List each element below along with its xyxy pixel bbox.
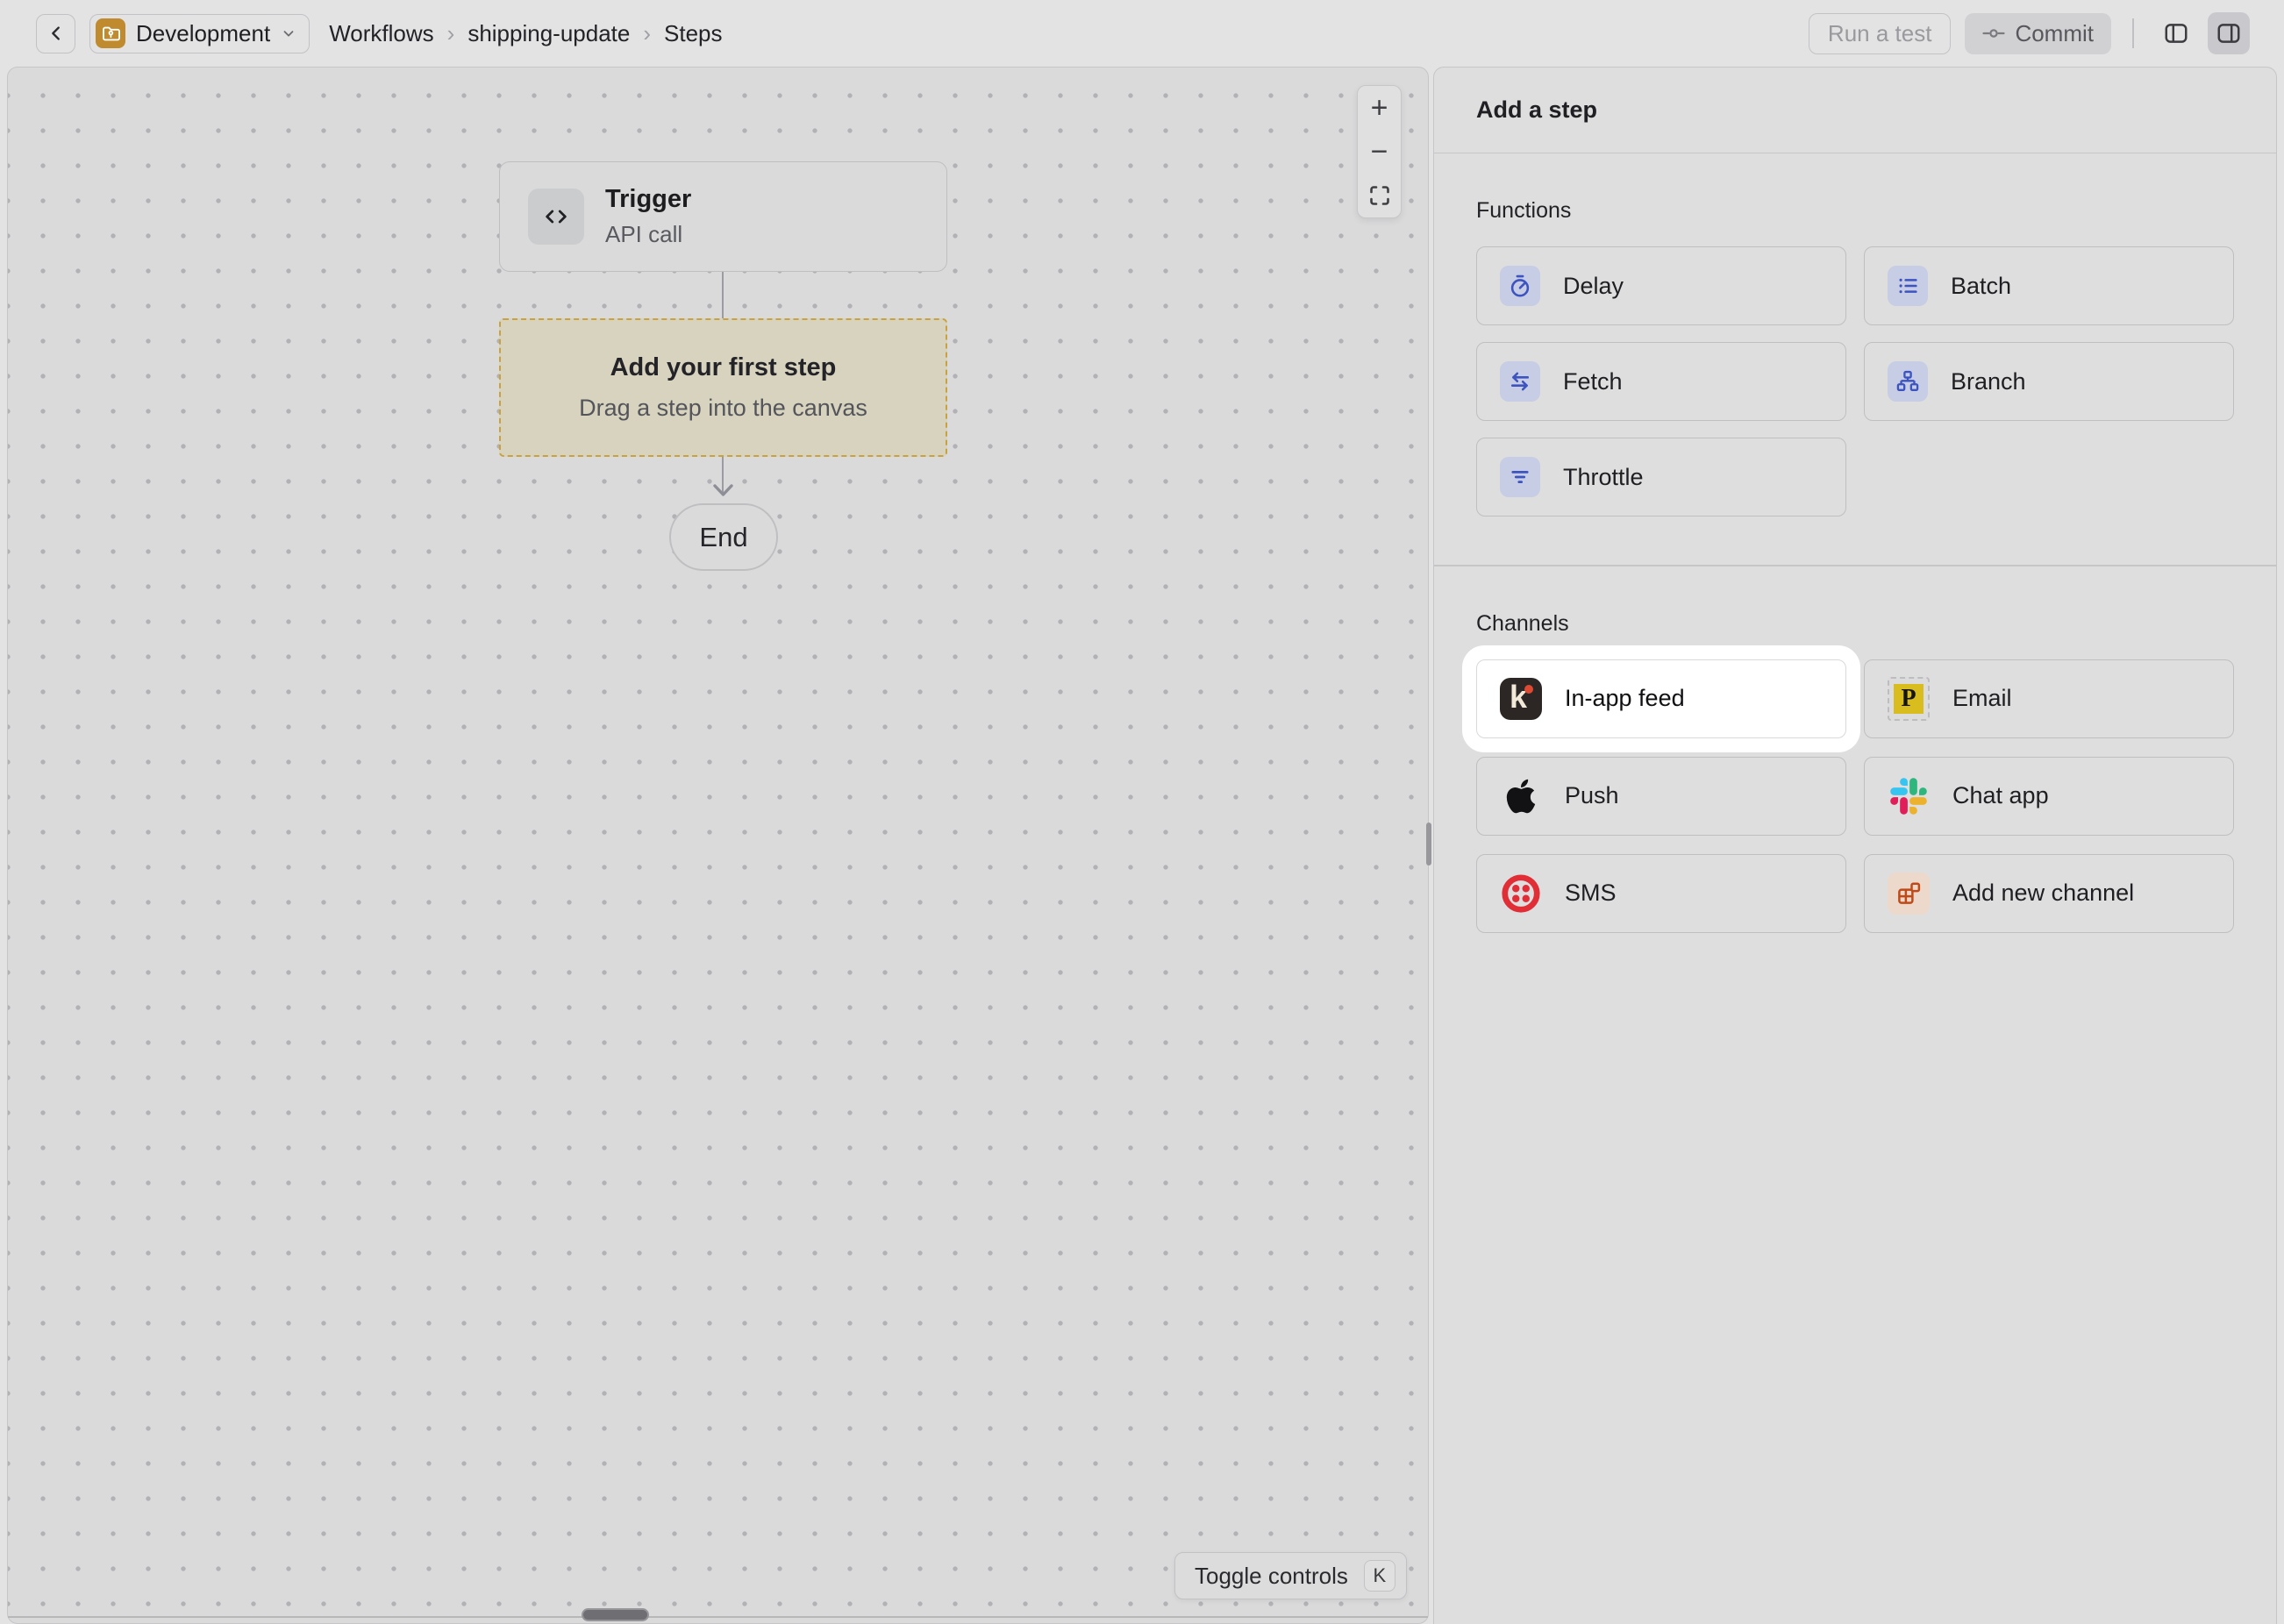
step-card-push[interactable]: Push (1476, 757, 1846, 836)
edge-arrowhead (712, 483, 734, 497)
commit-icon (1982, 25, 2005, 41)
hierarchy-icon (1888, 361, 1928, 402)
section-label-functions: Functions (1476, 197, 2234, 224)
list-icon (1888, 266, 1928, 306)
step-card-chat-app[interactable]: Chat app (1864, 757, 2234, 836)
toggle-controls-label: Toggle controls (1195, 1563, 1348, 1590)
step-card-add-new-channel[interactable]: Add new channel (1864, 854, 2234, 933)
top-bar: Development Workflows › shipping-update … (0, 0, 2284, 67)
step-card-email[interactable]: P Email (1864, 659, 2234, 738)
step-card-throttle[interactable]: Throttle (1476, 438, 1846, 516)
end-node: End (669, 503, 778, 571)
toolbar-divider (2132, 18, 2134, 48)
panel-right-icon (2216, 20, 2242, 46)
code-icon (528, 189, 584, 245)
step-card-label: Add new channel (1952, 880, 2134, 907)
step-card-delay[interactable]: Delay (1476, 246, 1846, 325)
back-button[interactable] (36, 14, 75, 53)
dropzone-title: Add your first step (610, 353, 837, 382)
twilio-logo (1500, 873, 1542, 915)
add-step-panel: Add a step Functions Delay (1433, 67, 2277, 1624)
filter-lines-icon (1500, 457, 1540, 497)
run-a-test-button[interactable]: Run a test (1809, 13, 1952, 54)
apple-logo (1500, 775, 1542, 817)
step-card-fetch[interactable]: Fetch (1476, 342, 1846, 421)
edge-trigger-to-dropzone (722, 272, 724, 318)
fit-view-button[interactable] (1358, 174, 1401, 217)
step-card-label: Email (1952, 685, 2012, 712)
breadcrumb-current-page: Steps (664, 20, 723, 47)
chevron-down-icon (281, 25, 296, 41)
section-label-channels: Channels (1476, 610, 2234, 637)
horizontal-scrollbar-track (8, 1616, 1428, 1618)
step-card-label: SMS (1565, 880, 1617, 907)
channels-grid: k In-app feed P Email (1476, 659, 2234, 933)
panel-title: Add a step (1476, 96, 1597, 124)
step-card-label: Batch (1951, 273, 2011, 300)
workflow-canvas[interactable]: + − (7, 67, 1429, 1624)
step-card-branch[interactable]: Branch (1864, 342, 2234, 421)
breadcrumb-workflows[interactable]: Workflows (329, 20, 433, 47)
trigger-node[interactable]: Trigger API call (499, 161, 947, 272)
keyboard-shortcut-badge: K (1364, 1560, 1395, 1592)
knock-logo-dot (1524, 685, 1533, 694)
dropzone-subtitle: Drag a step into the canvas (579, 395, 867, 422)
panel-left-icon (2163, 20, 2189, 46)
breadcrumb-separator: › (447, 20, 455, 47)
trigger-subtitle: API call (605, 221, 691, 248)
fit-view-icon (1368, 184, 1391, 207)
functions-grid: Delay Batch (1476, 246, 2234, 516)
step-card-batch[interactable]: Batch (1864, 246, 2234, 325)
breadcrumb-workflow-name[interactable]: shipping-update (468, 20, 630, 47)
step-card-label: Fetch (1563, 368, 1623, 395)
panel-header: Add a step (1434, 68, 2276, 153)
zoom-out-button[interactable]: − (1358, 130, 1401, 174)
step-card-label: Push (1565, 782, 1619, 809)
step-card-label: Delay (1563, 273, 1624, 300)
slack-logo (1888, 775, 1930, 817)
knock-logo: k (1500, 678, 1542, 720)
section-divider (1434, 565, 2276, 566)
breadcrumb: Workflows › shipping-update › Steps (329, 20, 722, 47)
add-channel-icon (1888, 873, 1930, 915)
commit-label: Commit (2015, 20, 2094, 47)
canvas-zoom-controls: + − (1357, 85, 1402, 218)
environment-switcher[interactable]: Development (89, 14, 310, 53)
folder-commit-icon (96, 18, 125, 48)
vertical-scrollbar-thumb[interactable] (1426, 823, 1431, 865)
step-card-in-app-feed[interactable]: k In-app feed (1476, 659, 1846, 738)
horizontal-scrollbar-thumb[interactable] (582, 1608, 649, 1621)
step-card-label: In-app feed (1565, 685, 1685, 712)
add-first-step-dropzone[interactable]: Add your first step Drag a step into the… (499, 318, 947, 457)
zoom-in-button[interactable]: + (1358, 86, 1401, 130)
chevron-left-icon (46, 24, 66, 43)
step-card-label: Chat app (1952, 782, 2049, 809)
environment-label: Development (136, 20, 270, 47)
stopwatch-icon (1500, 266, 1540, 306)
toggle-controls-button[interactable]: Toggle controls K (1174, 1552, 1407, 1599)
step-card-label: Branch (1951, 368, 2026, 395)
breadcrumb-separator: › (643, 20, 651, 47)
toggle-right-panel-button[interactable] (2208, 12, 2250, 54)
postmark-stamp-logo: P (1888, 678, 1930, 720)
commit-button[interactable]: Commit (1965, 13, 2111, 54)
step-card-sms[interactable]: SMS (1476, 854, 1846, 933)
step-card-label: Throttle (1563, 464, 1644, 491)
workflow-builder-app: Development Workflows › shipping-update … (0, 0, 2284, 1624)
trigger-title: Trigger (605, 185, 691, 214)
arrows-swap-icon (1500, 361, 1540, 402)
toggle-left-panel-button[interactable] (2155, 12, 2197, 54)
